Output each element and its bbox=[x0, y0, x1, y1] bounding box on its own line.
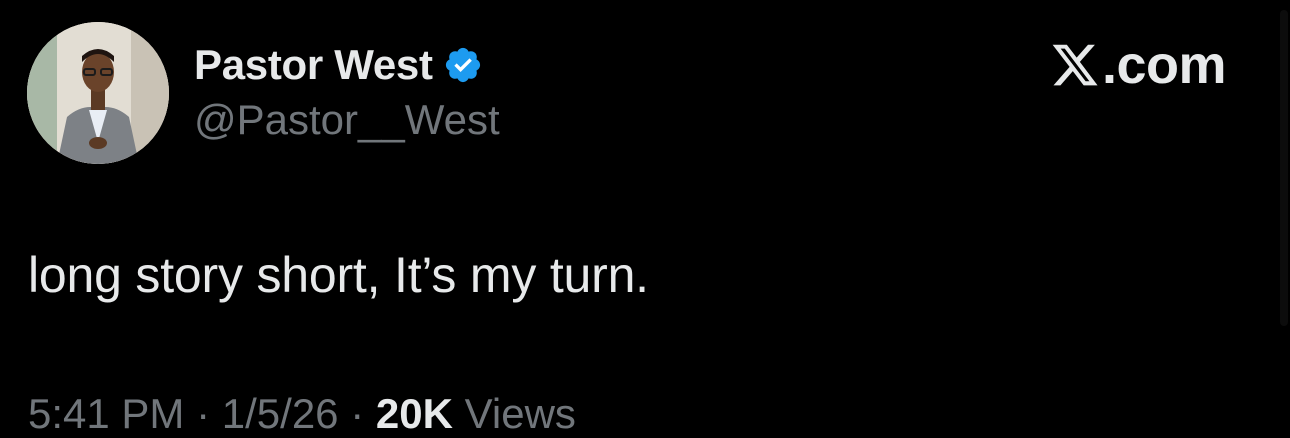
tweet-date[interactable]: 1/5/26 bbox=[222, 390, 339, 437]
views-label: Views bbox=[464, 390, 576, 437]
brand-watermark: .com bbox=[1050, 34, 1227, 96]
tweet-time[interactable]: 5:41 PM bbox=[28, 390, 184, 437]
author-name-row[interactable]: Pastor West bbox=[194, 38, 483, 92]
meta-separator: · bbox=[350, 390, 365, 437]
author-display-name[interactable]: Pastor West bbox=[194, 41, 433, 89]
x-logo-icon bbox=[1052, 44, 1098, 86]
scrollbar[interactable] bbox=[1280, 10, 1288, 326]
author-handle[interactable]: @Pastor__West bbox=[194, 96, 500, 144]
avatar-photo bbox=[27, 22, 169, 164]
views-count[interactable]: 20K bbox=[376, 390, 453, 437]
tweet-meta: 5:41 PM · 1/5/26 · 20K Views bbox=[28, 390, 576, 438]
verified-badge-icon bbox=[445, 47, 480, 83]
tweet-text: long story short, It’s my turn. bbox=[28, 247, 649, 303]
meta-separator: · bbox=[196, 390, 211, 437]
author-avatar[interactable] bbox=[27, 22, 169, 164]
brand-domain: .com bbox=[1101, 35, 1227, 95]
